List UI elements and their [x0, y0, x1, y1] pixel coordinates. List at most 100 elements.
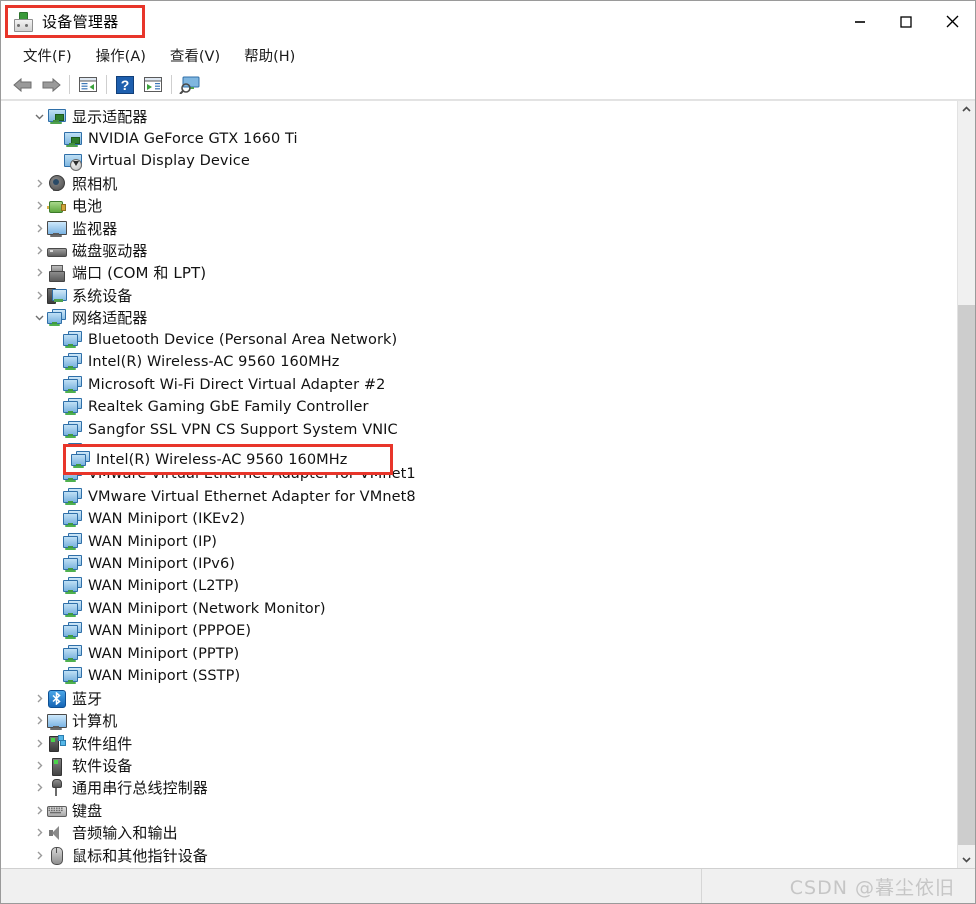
- chevron-right-icon[interactable]: [31, 217, 47, 239]
- tree-item[interactable]: 软件设备: [1, 754, 957, 776]
- tree-item-label: 照相机: [72, 174, 118, 193]
- tree-item-label: WAN Miniport (L2TP): [88, 578, 240, 595]
- tree-item[interactable]: Realtek Gaming GbE Family Controller: [1, 396, 957, 418]
- forward-arrow-icon: [42, 77, 61, 92]
- forward-button[interactable]: [37, 72, 65, 97]
- tree-item[interactable]: Virtual Display Device: [1, 150, 957, 172]
- chevron-right-icon[interactable]: [31, 240, 47, 262]
- maximize-button[interactable]: [883, 1, 929, 42]
- scroll-up-button[interactable]: [958, 101, 975, 118]
- virtual-display-icon: [63, 152, 82, 171]
- back-button[interactable]: [9, 72, 37, 97]
- tree-item[interactable]: 计算机: [1, 710, 957, 732]
- chevron-right-icon[interactable]: [31, 195, 47, 217]
- tree-item-label: WAN Miniport (Network Monitor): [88, 600, 326, 617]
- network-adapter-icon: [63, 599, 82, 618]
- toolbar-separator-3: [171, 75, 172, 94]
- scrollbar-thumb[interactable]: [958, 305, 975, 845]
- menu-help[interactable]: 帮助(H): [232, 43, 307, 69]
- tree-item[interactable]: Microsoft Wi-Fi Direct Virtual Adapter #…: [1, 374, 957, 396]
- tree-item[interactable]: 蓝牙: [1, 687, 957, 709]
- menu-view[interactable]: 查看(V): [158, 43, 232, 69]
- chevron-right-icon[interactable]: [31, 172, 47, 194]
- tree-item[interactable]: WAN Miniport (L2TP): [1, 575, 957, 597]
- tree-item[interactable]: 鼠标和其他指针设备: [1, 844, 957, 866]
- display-adapter-icon: [63, 130, 82, 148]
- content-area: 显示适配器 NVIDIA GeForce GTX 1660 Ti Virtual D…: [1, 100, 975, 868]
- tree-item-label: 网络适配器: [72, 309, 148, 328]
- chevron-right-icon[interactable]: [31, 262, 47, 284]
- chevron-right-icon[interactable]: [31, 710, 47, 732]
- chevron-right-icon[interactable]: [31, 822, 47, 844]
- network-adapter-icon: [63, 555, 82, 573]
- tree-item-label: Sangfor SSL VPN CS Support System VNIC: [88, 421, 398, 438]
- tree-item-label: WAN Miniport (SSTP): [88, 667, 241, 684]
- chevron-right-icon[interactable]: [31, 284, 47, 306]
- tree-item[interactable]: WAN Miniport (PPTP): [1, 642, 957, 664]
- close-button[interactable]: [929, 1, 975, 42]
- tree-item[interactable]: Bluetooth Device (Personal Area Network): [1, 329, 957, 351]
- chevron-right-icon[interactable]: [31, 755, 47, 777]
- scroll-down-icon: [962, 857, 971, 863]
- tree-item-label: Intel(R) Wireless-AC 9560 160MHz: [88, 354, 340, 371]
- tree-item[interactable]: Intel(R) Wireless-AC 9560 160MHz: [1, 351, 957, 373]
- tree-item[interactable]: 照相机: [1, 172, 957, 194]
- scrollbar-track[interactable]: [958, 118, 975, 851]
- chevron-right-icon[interactable]: [31, 799, 47, 821]
- tree-item-label: 软件组件: [72, 734, 133, 753]
- update-driver-button[interactable]: [139, 72, 167, 97]
- tree-item[interactable]: WAN Miniport (Network Monitor): [1, 598, 957, 620]
- tree-item[interactable]: 软件组件: [1, 732, 957, 754]
- tree-item[interactable]: WAN Miniport (PPPOE): [1, 620, 957, 642]
- help-button[interactable]: ?: [111, 72, 139, 97]
- network-adapter-icon: [63, 331, 82, 349]
- scroll-up-icon: [962, 106, 971, 112]
- tree-item-label: Microsoft Wi-Fi Direct Virtual Adapter #…: [88, 376, 386, 393]
- tree-item[interactable]: WAN Miniport (IPv6): [1, 553, 957, 575]
- tree-item[interactable]: 键盘: [1, 799, 957, 821]
- question-mark-icon: ?: [116, 75, 134, 94]
- tree-item-label: WAN Miniport (IKEv2): [88, 511, 246, 528]
- tree-item-label: 软件设备: [72, 757, 133, 776]
- tree-item[interactable]: VMware Virtual Ethernet Adapter for VMne…: [1, 486, 957, 508]
- network-adapter-icon: [63, 577, 82, 595]
- tree-item-label: WAN Miniport (PPTP): [88, 645, 240, 662]
- tree-item[interactable]: 通用串行总线控制器: [1, 777, 957, 799]
- scan-hardware-button[interactable]: [176, 72, 204, 97]
- properties-button[interactable]: [74, 72, 102, 97]
- vertical-scrollbar[interactable]: [957, 101, 975, 868]
- tree-item[interactable]: WAN Miniport (SSTP): [1, 665, 957, 687]
- chevron-right-icon[interactable]: [31, 687, 47, 709]
- tree-item-label: Bluetooth Device (Personal Area Network): [88, 332, 398, 349]
- device-tree[interactable]: 显示适配器 NVIDIA GeForce GTX 1660 Ti Virtual D…: [1, 101, 957, 868]
- software-device-icon: [47, 757, 65, 776]
- menu-action[interactable]: 操作(A): [84, 43, 158, 69]
- tree-item[interactable]: Sangfor SSL VPN CS Support System VNIC: [1, 418, 957, 440]
- tree-item[interactable]: 音频输入和输出: [1, 822, 957, 844]
- menu-file[interactable]: 文件(F): [11, 43, 84, 69]
- tree-item[interactable]: WAN Miniport (IKEv2): [1, 508, 957, 530]
- device-manager-icon: [13, 11, 33, 32]
- chevron-right-icon[interactable]: [31, 732, 47, 754]
- tree-item[interactable]: 监视器: [1, 217, 957, 239]
- chevron-down-icon[interactable]: [31, 307, 47, 329]
- panel-play-icon: [144, 77, 162, 92]
- highlighted-item-label: Intel(R) Wireless-AC 9560 160MHz: [96, 451, 348, 468]
- highlighted-tree-item[interactable]: Intel(R) Wireless-AC 9560 160MHz: [63, 444, 393, 475]
- tree-item[interactable]: WAN Miniport (IP): [1, 530, 957, 552]
- chevron-right-icon[interactable]: [31, 777, 47, 799]
- tree-item[interactable]: 磁盘驱动器: [1, 239, 957, 261]
- tree-item[interactable]: 电池: [1, 195, 957, 217]
- chevron-down-icon[interactable]: [31, 105, 47, 127]
- monitor-icon: [47, 219, 67, 238]
- tree-item[interactable]: 系统设备: [1, 284, 957, 306]
- menu-bar: 文件(F) 操作(A) 查看(V) 帮助(H): [1, 42, 975, 70]
- network-adapter-icon: [47, 308, 66, 327]
- chevron-right-icon[interactable]: [31, 844, 47, 866]
- tree-item[interactable]: 端口 (COM 和 LPT): [1, 262, 957, 284]
- tree-item[interactable]: NVIDIA GeForce GTX 1660 Ti: [1, 127, 957, 149]
- tree-item[interactable]: 显示适配器: [1, 105, 957, 127]
- minimize-button[interactable]: [837, 1, 883, 42]
- tree-item[interactable]: 网络适配器: [1, 307, 957, 329]
- scroll-down-button[interactable]: [958, 851, 975, 868]
